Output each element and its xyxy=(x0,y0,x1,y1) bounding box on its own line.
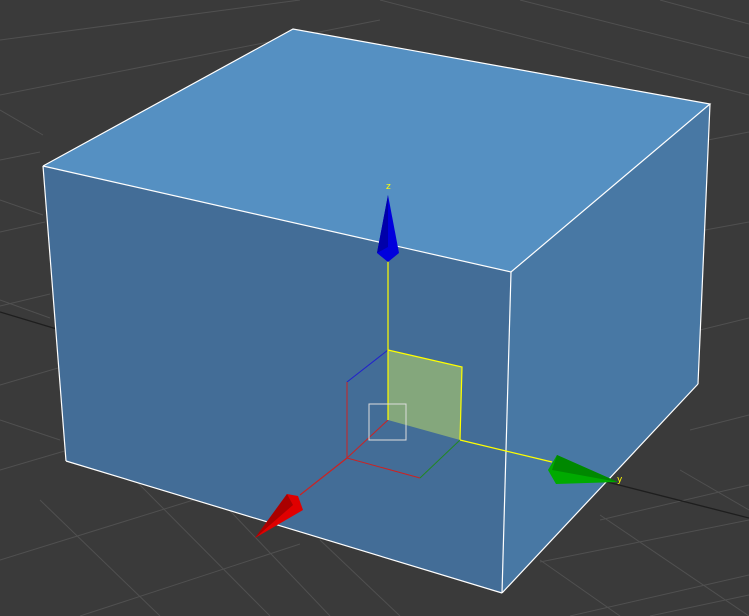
gizmo-z-axis-label: z xyxy=(386,182,391,192)
3d-viewport[interactable]: z y xyxy=(0,0,749,616)
gizmo-y-axis-label: y xyxy=(617,475,623,485)
